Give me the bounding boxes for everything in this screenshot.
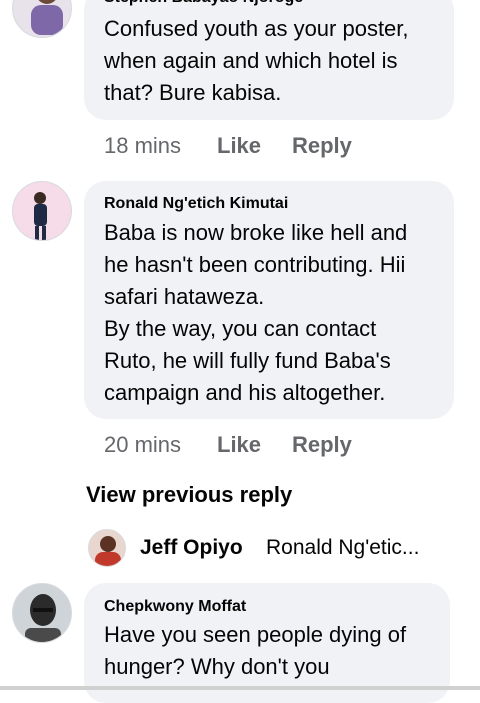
comment-author[interactable]: Stephen Babayao Njoroge (104, 0, 303, 8)
commenter-avatar[interactable] (12, 181, 72, 241)
reply-author[interactable]: Jeff Opiyo (140, 536, 243, 560)
profile-photo-icon (31, 0, 63, 35)
profile-photo-icon (13, 584, 71, 642)
comment-text: Confused youth as your poster, when agai… (104, 16, 409, 105)
comment-author[interactable]: Ronald Ng'etich Kimutai (104, 194, 288, 214)
profile-photo-icon (95, 536, 121, 566)
bottom-divider (0, 686, 480, 690)
reply-button[interactable]: Reply (292, 432, 352, 458)
profile-photo-icon (13, 182, 71, 240)
comment-timestamp: 18 mins (104, 133, 182, 158)
comment-text: Baba is now broke like hell and he hasn'… (104, 220, 408, 405)
view-previous-reply-link[interactable]: View previous reply (86, 482, 292, 508)
comment-bubble: Stephen Babayao Njoroge Confused youth a… (84, 0, 454, 120)
commenter-avatar[interactable] (12, 0, 72, 38)
reply-snippet: Ronald Ng'etic... (266, 536, 420, 559)
like-button[interactable]: Like (217, 133, 261, 159)
comment-author[interactable]: Chepkwony Moffat (104, 597, 246, 617)
commenter-avatar[interactable] (12, 583, 72, 643)
comment-bubble: Chepkwony Moffat Have you seen people dy… (84, 583, 450, 703)
reply-button[interactable]: Reply (292, 133, 352, 159)
comment-timestamp: 20 mins (104, 432, 182, 457)
reply-preview[interactable]: Jeff Opiyo Ronald Ng'etic... (88, 529, 448, 567)
comment-bubble: Ronald Ng'etich Kimutai Baba is now brok… (84, 181, 454, 419)
reply-avatar[interactable] (88, 529, 126, 567)
like-button[interactable]: Like (217, 432, 261, 458)
comment-text: Have you seen people dying of hunger? Wh… (104, 622, 407, 679)
